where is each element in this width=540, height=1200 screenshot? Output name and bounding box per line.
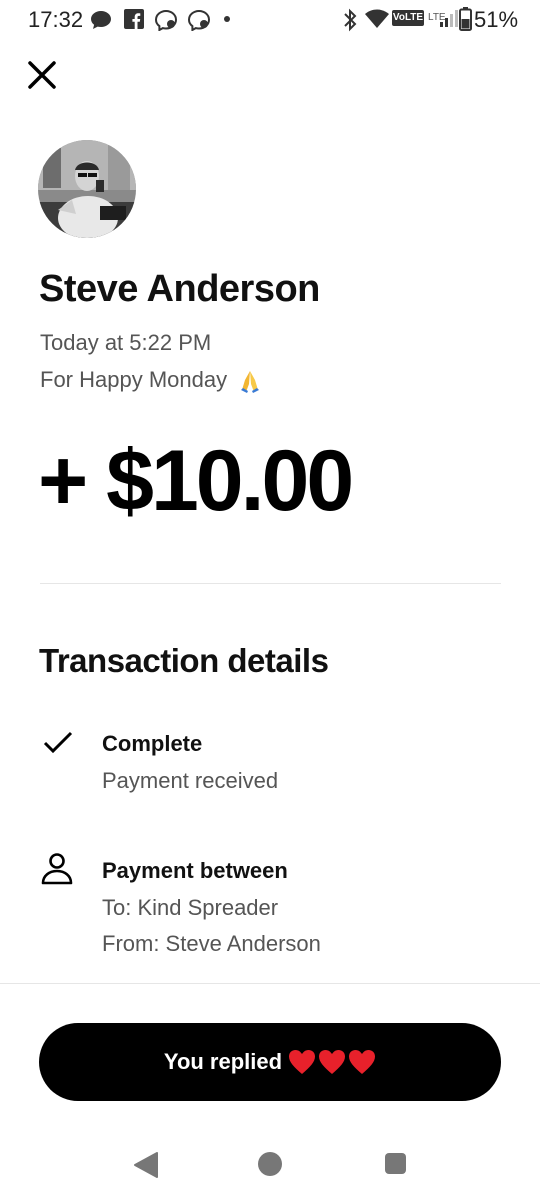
messenger-icon bbox=[154, 9, 178, 31]
red-heart-icon bbox=[319, 1050, 346, 1074]
chat-bubble-icon bbox=[91, 11, 111, 29]
status-title: Complete bbox=[102, 731, 203, 756]
back-triangle-icon[interactable] bbox=[133, 1151, 159, 1179]
facebook-icon bbox=[124, 9, 144, 29]
bluetooth-icon bbox=[344, 8, 357, 32]
section-title: Transaction details bbox=[39, 642, 329, 679]
battery-icon bbox=[459, 7, 472, 31]
transaction-note-text: For Happy Monday bbox=[40, 367, 228, 392]
transaction-note: For Happy Monday bbox=[40, 367, 263, 394]
battery-percent: 51% bbox=[474, 7, 519, 32]
transaction-amount: + $10.00 bbox=[38, 433, 354, 529]
signal-icon bbox=[440, 10, 458, 27]
messenger-icon bbox=[187, 9, 211, 31]
red-heart-icon bbox=[349, 1050, 376, 1074]
avatar-photo bbox=[38, 140, 136, 238]
status-time: 17:32 bbox=[28, 7, 84, 32]
status-subtitle: Payment received bbox=[102, 768, 279, 793]
reply-button[interactable]: You replied bbox=[39, 1023, 501, 1101]
person-icon bbox=[41, 853, 73, 885]
parties-to: To: Kind Spreader bbox=[102, 895, 279, 920]
volte-badge: VoLTE bbox=[392, 10, 424, 26]
navigation-bar bbox=[0, 1130, 540, 1200]
avatar[interactable] bbox=[38, 140, 136, 238]
status-bar: 17:32 VoLTE LTE 51% bbox=[0, 0, 540, 40]
parties-from: From: Steve Anderson bbox=[102, 931, 321, 956]
more-notifications-dot-icon bbox=[224, 16, 230, 22]
close-icon bbox=[28, 61, 56, 89]
transaction-timestamp: Today at 5:22 PM bbox=[40, 330, 212, 355]
reply-hearts bbox=[288, 1049, 376, 1075]
red-heart-icon bbox=[289, 1050, 316, 1074]
sender-name: Steve Anderson bbox=[39, 268, 320, 310]
wifi-icon bbox=[365, 9, 389, 28]
parties-title: Payment between bbox=[102, 858, 288, 883]
close-button[interactable] bbox=[22, 55, 62, 95]
checkmark-icon bbox=[43, 731, 73, 754]
reply-button-label: You replied bbox=[163, 1049, 283, 1074]
divider bbox=[40, 583, 501, 584]
recents-square-icon[interactable] bbox=[384, 1152, 407, 1175]
folded-hands-icon bbox=[241, 371, 260, 394]
home-circle-icon[interactable] bbox=[257, 1151, 283, 1177]
bottom-divider bbox=[0, 983, 540, 984]
